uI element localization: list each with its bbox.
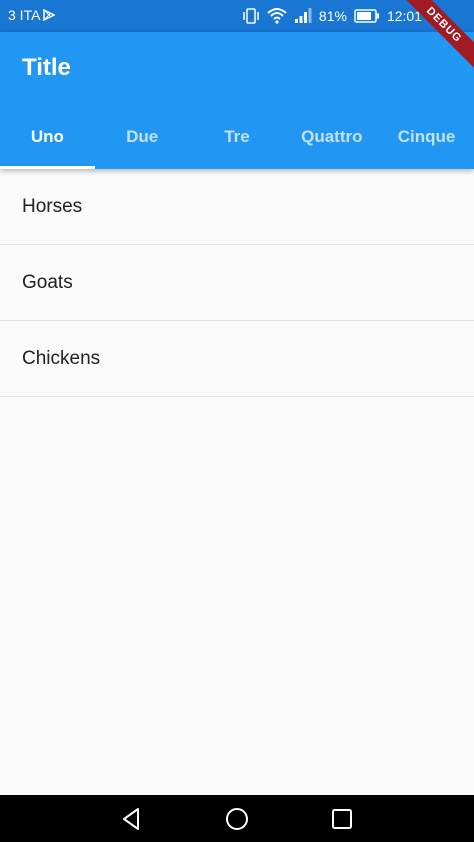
play-store-icon xyxy=(43,9,56,21)
carrier-info: 3 ITA xyxy=(8,7,56,23)
list-item-goats[interactable]: Goats xyxy=(0,245,474,321)
tab-uno[interactable]: Uno xyxy=(0,104,95,169)
vibrate-icon xyxy=(243,8,259,24)
signal-icon xyxy=(294,8,312,23)
battery-percent: 81% xyxy=(318,8,347,24)
wifi-icon xyxy=(267,8,287,24)
tab-cinque[interactable]: Cinque xyxy=(379,104,474,169)
animal-list: Horses Goats Chickens xyxy=(0,169,474,397)
tab-quattro[interactable]: Quattro xyxy=(284,104,379,169)
battery-icon xyxy=(354,9,379,23)
back-icon[interactable] xyxy=(117,804,147,834)
carrier-name: 3 ITA xyxy=(8,7,41,23)
tab-tre[interactable]: Tre xyxy=(190,104,285,169)
navigation-bar xyxy=(0,795,474,842)
debug-label: DEBUG xyxy=(395,0,474,74)
list-item-chickens[interactable]: Chickens xyxy=(0,321,474,397)
page-title: Title xyxy=(22,54,71,81)
list-item-horses[interactable]: Horses xyxy=(0,169,474,245)
home-icon[interactable] xyxy=(222,804,252,834)
tab-bar: Uno Due Tre Quattro Cinque xyxy=(0,104,474,169)
debug-banner: DEBUG xyxy=(394,0,474,80)
tab-due[interactable]: Due xyxy=(95,104,190,169)
recents-icon[interactable] xyxy=(327,804,357,834)
